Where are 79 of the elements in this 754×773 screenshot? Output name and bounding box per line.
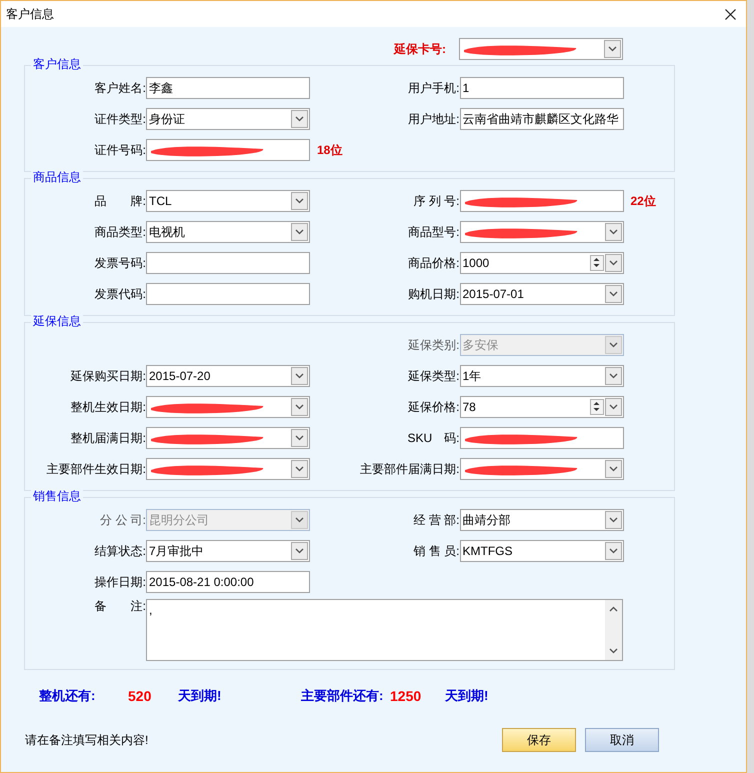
field-value: KMTFGS xyxy=(462,544,512,558)
field-value: 云南省曲靖市麒麟区文化路华 xyxy=(462,112,618,126)
field-value: 1年 xyxy=(462,368,482,382)
field-value: 7月审批中 xyxy=(149,544,204,558)
field-label: 延保购买日期: xyxy=(70,368,146,384)
group-title: 销售信息 xyxy=(31,489,83,503)
field-label: 序 列 号: xyxy=(412,192,460,210)
combo-field[interactable]: 身份证 xyxy=(146,108,310,130)
combo-field[interactable]: 2015-07-01 xyxy=(460,282,624,304)
hint-text: 请在备注填写相关内容! xyxy=(25,732,148,749)
field-label: 销 售 员: xyxy=(412,542,460,560)
field-label: 延保类别: xyxy=(407,336,460,354)
field-label: 商品类型: xyxy=(94,224,146,240)
field-label: 备 注: xyxy=(94,598,146,615)
field-value: 多安保 xyxy=(462,338,498,352)
window-title: 客户信息 xyxy=(6,6,54,23)
combo-field[interactable]: KMTFGS xyxy=(460,540,624,562)
field-label: 商品型号: xyxy=(407,224,460,240)
field-label: 商品价格: xyxy=(407,254,460,272)
text-field[interactable]: 李鑫 xyxy=(146,76,310,98)
field-value: 身份证 xyxy=(149,112,185,126)
field-label: 用户手机: xyxy=(407,80,460,96)
days-remaining: 1250 xyxy=(390,686,422,706)
field-value: 曲靖分部 xyxy=(462,512,510,526)
field-label: 延保类型: xyxy=(407,368,460,384)
field-value: 1000 xyxy=(462,256,490,270)
cancel-button[interactable]: 取消 xyxy=(585,728,659,752)
field-label: 发票号码: xyxy=(94,254,146,272)
digit-count-note: 18位 xyxy=(317,142,342,158)
days-remaining: 520 xyxy=(128,686,152,706)
digit-count-note: 22位 xyxy=(630,192,656,210)
group-title: 延保信息 xyxy=(31,314,83,328)
field-value: 2015-07-20 xyxy=(149,368,210,382)
field-label: 购机日期: xyxy=(407,286,460,302)
field-label: SKU 码: xyxy=(406,430,460,446)
field-label: 发票代码: xyxy=(94,286,146,302)
field-label: 操作日期: xyxy=(94,574,146,590)
field-label: 品 牌: xyxy=(94,192,146,210)
field-label: 客户姓名: xyxy=(94,80,146,96)
field-label: 主要部件届满日期: xyxy=(359,460,460,478)
group-title: 客户信息 xyxy=(31,57,83,71)
expiry-label: 整机还有: xyxy=(39,687,96,706)
text-field[interactable]: 云南省曲靖市麒麟区文化路华 xyxy=(460,108,624,130)
spin-field[interactable]: 78 xyxy=(460,396,624,418)
group-title: 商品信息 xyxy=(31,170,83,184)
field-value: 昆明分公司 xyxy=(149,512,209,526)
field-label: 经 营 部: xyxy=(412,512,460,528)
combo-field[interactable]: 电视机 xyxy=(146,220,310,242)
spin-field[interactable]: 1000 xyxy=(460,252,624,274)
combo-field[interactable]: 7月审批中 xyxy=(146,540,310,562)
field-value: , xyxy=(149,603,152,617)
combo-field[interactable]: TCL xyxy=(146,190,310,212)
combo-field[interactable]: 1年 xyxy=(460,364,624,386)
remarks-textarea[interactable]: , xyxy=(146,599,623,661)
field-value: 2015-07-01 xyxy=(462,286,524,300)
text-field[interactable]: 2015-08-21 0:00:00 xyxy=(146,570,310,592)
field-label: 延保价格: xyxy=(407,398,460,416)
field-label: 主要部件生效日期: xyxy=(46,460,146,478)
field-label: 整机生效日期: xyxy=(70,398,146,416)
expiry-label: 主要部件还有: xyxy=(301,687,384,706)
card-number-label: 延保卡号: xyxy=(394,41,447,58)
combo-field[interactable]: 曲靖分部 xyxy=(460,508,624,530)
text-field[interactable]: 1 xyxy=(460,76,624,98)
field-value: 78 xyxy=(462,400,476,414)
field-label: 用户地址: xyxy=(407,110,460,128)
field-value: 2015-08-21 0:00:00 xyxy=(149,574,254,588)
expiry-suffix: 天到期! xyxy=(445,687,488,706)
field-label: 证件号码: xyxy=(94,142,146,158)
field-value: 1 xyxy=(462,80,470,94)
combo-field[interactable]: 2015-07-20 xyxy=(146,364,310,386)
field-value: 李鑫 xyxy=(149,80,173,94)
field-label: 整机届满日期: xyxy=(70,430,146,446)
expiry-suffix: 天到期! xyxy=(178,687,222,706)
field-label: 结算状态: xyxy=(94,542,146,560)
field-value: TCL xyxy=(149,194,172,208)
field-label: 证件类型: xyxy=(94,110,146,128)
field-label: 分 公 司: xyxy=(98,512,146,528)
field-value: 电视机 xyxy=(149,224,185,238)
save-button[interactable]: 保存 xyxy=(502,728,576,752)
